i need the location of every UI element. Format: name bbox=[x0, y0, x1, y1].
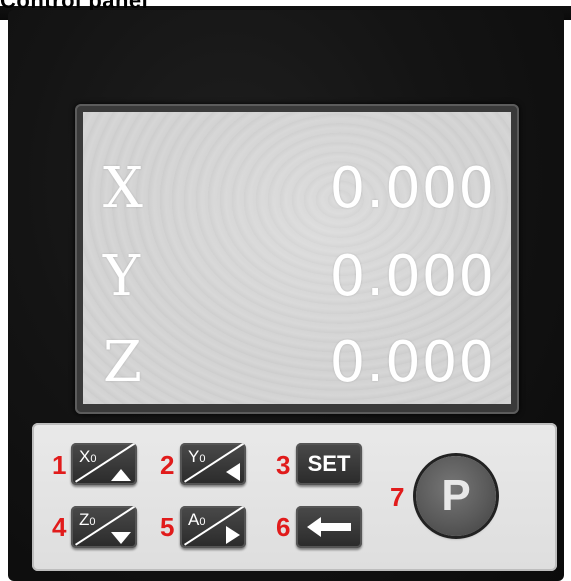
key-number-2: 2 bbox=[160, 450, 175, 480]
enter-arrow-icon bbox=[307, 517, 351, 537]
enter-button[interactable] bbox=[296, 506, 362, 548]
arrow-up-icon bbox=[111, 469, 131, 481]
z-zero-down-button[interactable]: Z0 bbox=[71, 506, 137, 548]
y-value: 0.000 bbox=[329, 244, 495, 309]
x-row: X 0.000 bbox=[83, 156, 511, 246]
x-zero-up-button[interactable]: X0 bbox=[71, 443, 137, 485]
y-zero-left-button[interactable]: Y0 bbox=[180, 443, 246, 485]
z-axis-label: Z bbox=[103, 330, 142, 395]
x-axis-label: X bbox=[103, 156, 143, 221]
a-zero-label: A0 bbox=[188, 510, 206, 529]
arrow-down-icon bbox=[111, 532, 131, 544]
y-row: Y 0.000 bbox=[83, 244, 511, 334]
x-zero-label: X0 bbox=[79, 447, 97, 466]
y-axis-label: Y bbox=[103, 244, 140, 309]
z-value: 0.000 bbox=[329, 330, 495, 395]
arrow-left-icon bbox=[226, 463, 240, 481]
key-number-4: 4 bbox=[52, 512, 67, 542]
p-button[interactable]: P bbox=[416, 456, 496, 536]
y-zero-label: Y0 bbox=[188, 447, 206, 466]
x-value: 0.000 bbox=[329, 156, 495, 221]
readout-screen: X 0.000 Y 0.000 Z 0.000 bbox=[83, 112, 511, 404]
key-number-7: 7 bbox=[390, 482, 405, 512]
a-zero-right-button[interactable]: A0 bbox=[180, 506, 246, 548]
set-button[interactable]: SET bbox=[296, 443, 362, 485]
z-zero-label: Z0 bbox=[79, 510, 96, 529]
key-number-6: 6 bbox=[276, 512, 291, 542]
z-row: Z 0.000 bbox=[83, 330, 511, 404]
arrow-right-icon bbox=[226, 526, 240, 544]
key-number-3: 3 bbox=[276, 450, 291, 480]
key-number-1: 1 bbox=[52, 450, 67, 480]
key-number-5: 5 bbox=[160, 512, 175, 542]
